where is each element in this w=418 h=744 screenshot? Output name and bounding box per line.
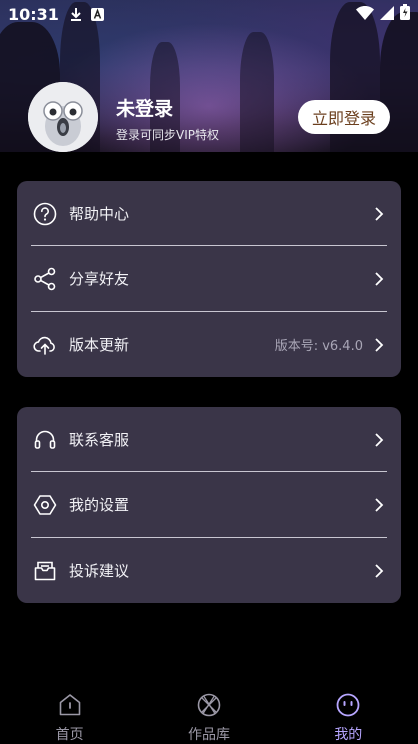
keyboard-a-icon [90,7,104,21]
status-bar: 10:31 [0,0,418,28]
status-time: 10:31 [8,4,59,24]
mail-envelope-icon [33,559,57,583]
menu-item-label: 投诉建议 [69,562,130,580]
menu-item-label: 我的设置 [69,496,130,514]
cloud-upload-icon [33,333,57,357]
login-button[interactable]: 立即登录 [298,100,390,134]
home-icon [57,692,83,722]
tab-home[interactable]: 首页 [10,686,130,744]
tab-mine[interactable]: 我的 [288,686,408,744]
tab-label: 我的 [334,727,363,743]
profile-face-icon [335,692,361,722]
chevron-right-icon [374,497,386,512]
profile-header: 10:31 未登录 登录可同步VIP特权 立即登录 [0,0,418,152]
chevron-right-icon [374,337,386,352]
bottom-tab-bar: 首页 作品库 我的 [0,686,418,744]
menu-item-label: 帮助中心 [69,205,130,223]
menu-item-help-center[interactable]: 帮助中心 [17,181,401,246]
wifi-icon [356,5,374,24]
menu-item-label: 分享好友 [69,270,130,288]
chevron-right-icon [374,563,386,578]
menu-item-label: 联系客服 [69,431,130,449]
share-icon [33,267,57,291]
background-tree [380,12,418,152]
menu-item-my-settings[interactable]: 我的设置 [17,472,401,537]
menu-item-share-friends[interactable]: 分享好友 [17,246,401,311]
chevron-right-icon [374,432,386,447]
battery-icon [400,4,410,24]
avatar[interactable] [28,82,98,152]
headset-icon [33,428,57,452]
login-hint: 登录可同步VIP特权 [116,128,219,142]
version-number: 版本号: v6.4.0 [274,339,363,354]
background-tree [240,32,274,152]
chevron-right-icon [374,206,386,221]
menu-item-customer-service[interactable]: 联系客服 [17,407,401,472]
user-name[interactable]: 未登录 [116,94,173,121]
tab-library[interactable]: 作品库 [149,686,269,744]
menu-item-version-update[interactable]: 版本更新 版本号: v6.4.0 [17,312,401,377]
menu-card-support: 联系客服 我的设置 投诉建议 [17,407,401,603]
owl-avatar-icon [28,82,98,152]
tab-label: 首页 [55,727,84,743]
status-indicators [356,4,410,24]
menu-item-label: 版本更新 [69,336,130,354]
download-icon [69,7,83,21]
signal-icon [380,5,394,24]
tab-label: 作品库 [187,727,230,743]
library-icon [196,692,222,722]
menu-card-general: 帮助中心 分享好友 版本更新 版本号: v6.4.0 [17,181,401,377]
chevron-right-icon [374,271,386,286]
menu-item-feedback[interactable]: 投诉建议 [17,538,401,603]
hexagon-settings-icon [33,493,57,517]
question-circle-icon [33,202,57,226]
